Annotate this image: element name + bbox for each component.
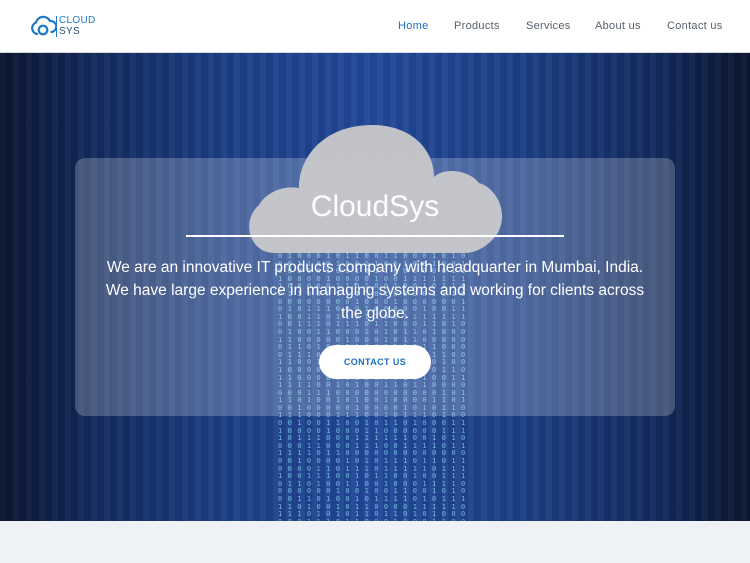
next-section-band xyxy=(0,521,750,563)
brand-line-1: CLOUD xyxy=(59,15,96,26)
cloud-illustration xyxy=(249,125,503,253)
nav-contact-us[interactable]: Contact us xyxy=(667,20,723,32)
brand-line-2: SYS xyxy=(59,26,80,37)
nav-services[interactable]: Services xyxy=(526,20,571,32)
brand-logo[interactable]: CLOUD SYS xyxy=(31,15,95,39)
title-divider xyxy=(186,235,564,237)
brand-wordmark: CLOUD SYS xyxy=(59,15,96,37)
nav-home[interactable]: Home xyxy=(398,20,429,32)
logo-divider xyxy=(56,16,57,37)
contact-us-button[interactable]: CONTACT US xyxy=(319,345,431,379)
hero-section: 0 1 0 0 0 1 0 1 1 0 0 1 1 0 0 0 1 0 1 0 … xyxy=(0,53,750,521)
navbar: CLOUD SYS Home Products Services About u… xyxy=(0,0,750,53)
nav-products[interactable]: Products xyxy=(454,20,500,32)
cloud-logo-icon xyxy=(31,15,57,36)
hero-tagline: We are an innovative IT products company… xyxy=(105,259,645,322)
nav-about-us[interactable]: About us xyxy=(595,20,641,32)
hero-title: CloudSys xyxy=(310,190,440,223)
